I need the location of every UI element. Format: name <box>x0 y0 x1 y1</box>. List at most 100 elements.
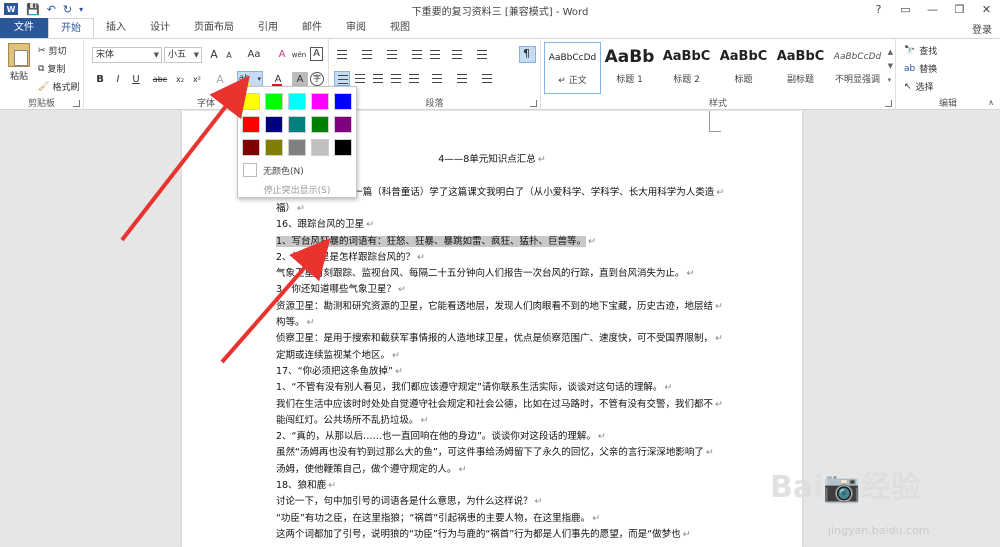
bullets-icon <box>337 50 347 59</box>
highlight-swatch[interactable] <box>265 116 283 133</box>
highlight-swatch[interactable] <box>288 116 306 133</box>
align-center-button[interactable] <box>352 71 368 86</box>
paragraph-mark-icon: ↵ <box>715 300 723 312</box>
grow-font-button[interactable]: A <box>206 47 222 63</box>
sign-in-link[interactable]: 登录 <box>972 21 992 36</box>
highlight-swatch[interactable] <box>242 93 260 110</box>
copy-button[interactable]: ⧉ 复制 <box>38 62 65 76</box>
font-size-select[interactable]: 小五 ▼ <box>164 47 202 63</box>
tab-review[interactable]: 审阅 <box>334 18 378 38</box>
bold-button[interactable]: B <box>92 72 108 88</box>
tab-insert[interactable]: 插入 <box>94 18 138 38</box>
multilevel-list-button[interactable] <box>384 47 400 62</box>
justify-button[interactable] <box>388 71 404 86</box>
cut-button[interactable]: ✂ 剪切 <box>38 44 67 58</box>
paragraph-launcher-icon[interactable] <box>530 100 537 107</box>
chinese-layout-button[interactable] <box>449 47 465 62</box>
style-subtle-emphasis[interactable]: AaBbCcDd 不明显强调 <box>829 42 886 94</box>
superscript-button[interactable]: x² <box>189 72 205 88</box>
restore-icon[interactable]: ❐ <box>946 3 973 16</box>
select-button[interactable]: ↖ 选择 <box>904 80 934 94</box>
undo-icon[interactable]: ↶ <box>47 3 56 16</box>
tab-layout[interactable]: 页面布局 <box>182 18 246 38</box>
numbering-button[interactable] <box>359 47 375 62</box>
style-normal[interactable]: AaBbCcDd ↵ 正文 <box>544 42 601 94</box>
save-icon[interactable]: 💾 <box>26 3 40 16</box>
highlight-swatch[interactable] <box>242 116 260 133</box>
styles-group: AaBbCcDd ↵ 正文 AaBb 标题 1 AaBbC 标题 2 AaBbC… <box>541 39 896 110</box>
character-border-button[interactable]: A <box>310 47 323 61</box>
increase-indent-button[interactable] <box>427 47 443 62</box>
align-right-button[interactable] <box>370 71 386 86</box>
highlight-swatch[interactable] <box>334 116 352 133</box>
document-line-text: 这两个词都加了引号，说明狼的“功臣”行为与鹿的“祸首”行为都是人们事先的愿望，而… <box>276 528 681 540</box>
distributed-button[interactable] <box>406 71 422 86</box>
clear-format-button[interactable]: A <box>274 47 290 63</box>
document-line: 18、狼和鹿 ↵ <box>276 477 336 491</box>
underline-button[interactable]: U <box>128 72 144 88</box>
format-painter-button[interactable]: 🖌 格式刷 <box>38 80 79 94</box>
document-line-text: 构等。 <box>276 317 305 328</box>
no-color-option[interactable]: 无颜色(N) <box>241 162 353 178</box>
styles-scroll-icon[interactable]: ▲ ▼ ▾ <box>888 45 893 87</box>
paste-label: 粘贴 <box>9 72 28 82</box>
highlight-swatch[interactable] <box>334 93 352 110</box>
change-case-button[interactable]: Aa <box>244 47 264 63</box>
text-effects-button[interactable]: A <box>212 72 228 88</box>
highlight-swatch[interactable] <box>265 139 283 156</box>
tab-references[interactable]: 引用 <box>246 18 290 38</box>
help-icon[interactable]: ? <box>865 3 892 16</box>
tab-home[interactable]: 开始 <box>48 18 94 38</box>
highlight-swatch[interactable] <box>265 93 283 110</box>
strikethrough-button[interactable]: abc <box>150 72 170 88</box>
tab-view[interactable]: 视图 <box>378 18 422 38</box>
style-subtitle[interactable]: AaBbC 副标题 <box>772 42 829 94</box>
replace-button[interactable]: ab 替换 <box>904 62 937 76</box>
style-title[interactable]: AaBbC 标题 <box>715 42 772 94</box>
paragraph-mark-icon: ↵ <box>534 496 543 508</box>
enclose-characters-button[interactable]: 字 <box>310 72 324 86</box>
close-icon[interactable]: ✕ <box>973 3 1000 16</box>
highlight-swatch[interactable] <box>311 116 329 133</box>
show-marks-button[interactable]: ¶ <box>519 46 536 63</box>
italic-button[interactable]: I <box>110 72 126 88</box>
sort-button[interactable] <box>474 47 490 62</box>
paragraph-group-label: 段落 <box>425 99 444 109</box>
customize-qat-icon[interactable]: ▾ <box>79 5 83 14</box>
line-spacing-button[interactable] <box>429 71 445 86</box>
styles-launcher-icon[interactable] <box>885 100 892 107</box>
stop-highlighting-option[interactable]: 停止突出显示(S) <box>238 183 356 196</box>
tab-file[interactable]: 文件 <box>0 18 48 38</box>
find-button[interactable]: 🔭 查找 <box>904 44 937 58</box>
tab-mailings[interactable]: 邮件 <box>290 18 334 38</box>
bullets-button[interactable] <box>334 47 350 62</box>
subscript-button[interactable]: x₂ <box>172 72 188 88</box>
highlight-swatch[interactable] <box>311 139 329 156</box>
style-heading-2[interactable]: AaBbC 标题 2 <box>658 42 715 94</box>
style-heading-1[interactable]: AaBb 标题 1 <box>601 42 658 94</box>
redo-icon[interactable]: ↻ <box>63 3 72 16</box>
tab-design[interactable]: 设计 <box>138 18 182 38</box>
shrink-font-button[interactable]: A <box>221 48 237 64</box>
ribbon-display-icon[interactable]: ▭ <box>892 3 919 16</box>
highlight-swatch[interactable] <box>288 139 306 156</box>
document-line: 气象卫星时刻跟踪、监视台风、每隔二十五分钟向人们报告一次台风的行踪，直到台风消失… <box>276 265 694 279</box>
phonetic-guide-button[interactable]: wén <box>291 47 307 63</box>
align-left-button[interactable] <box>334 71 350 86</box>
highlight-swatch[interactable] <box>288 93 306 110</box>
paste-button[interactable]: 粘贴 <box>6 43 32 82</box>
minimize-icon[interactable]: — <box>919 3 946 16</box>
paragraph-mark-icon: ↵ <box>328 480 337 491</box>
collapse-ribbon-icon[interactable]: ∧ <box>988 98 994 107</box>
font-name-select[interactable]: 宋体 ▼ <box>92 47 162 63</box>
decrease-indent-button[interactable] <box>409 47 425 62</box>
shading-button[interactable] <box>454 71 470 86</box>
highlight-swatch[interactable] <box>242 139 260 156</box>
brush-icon: 🖌 <box>38 81 50 92</box>
clipboard-group-label: 剪贴板 <box>27 99 55 109</box>
highlight-swatch[interactable] <box>311 93 329 110</box>
borders-button[interactable] <box>479 71 495 86</box>
highlight-swatch[interactable] <box>334 139 352 156</box>
chevron-down-icon: ▾ <box>257 75 261 83</box>
clipboard-launcher-icon[interactable] <box>73 100 80 107</box>
